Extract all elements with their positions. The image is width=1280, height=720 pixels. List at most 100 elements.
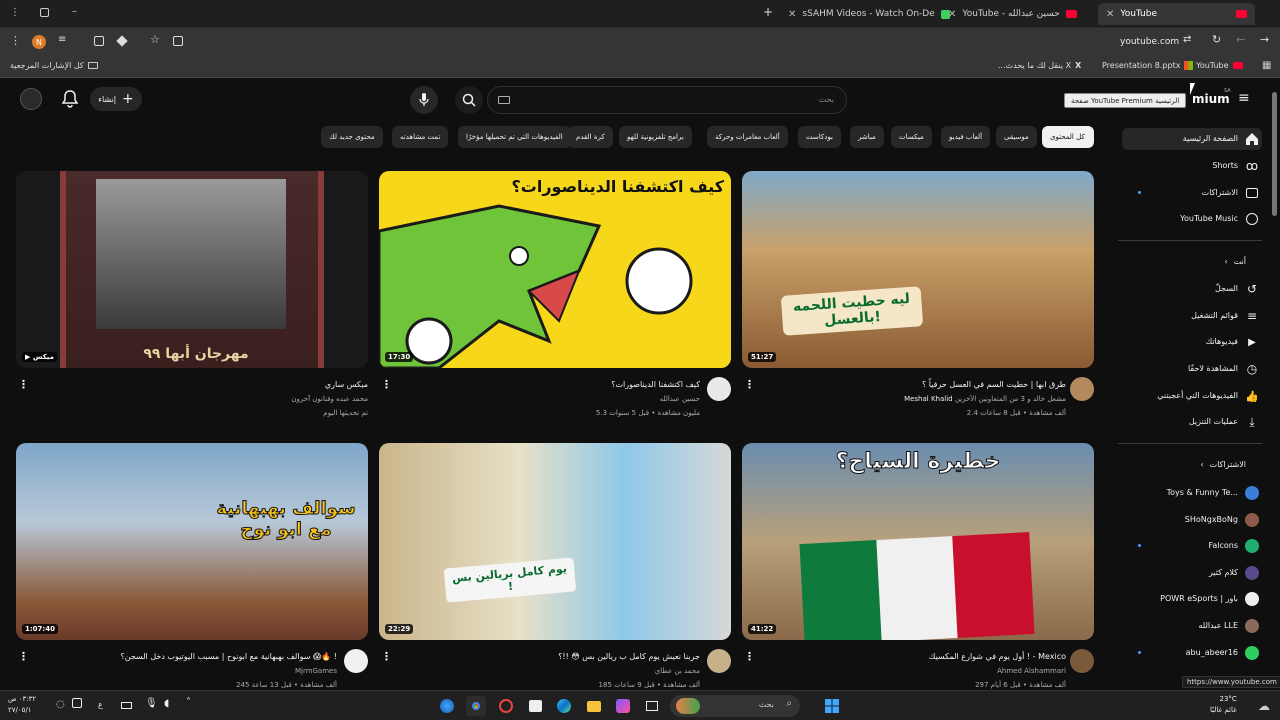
more-options-icon[interactable]: ⋮ [18,379,29,390]
search-input[interactable]: بحث [819,95,834,104]
file-explorer-icon[interactable] [584,696,604,716]
more-options-icon[interactable]: ⋮ [381,651,392,662]
menu-dots-icon[interactable]: ⋮ [10,7,20,18]
voice-search-icon[interactable] [410,86,438,114]
tab-search-icon[interactable]: ≡ [58,34,66,45]
apps-grid-icon[interactable]: ▦ [1262,60,1271,71]
url-text[interactable]: youtube.com [1120,37,1179,47]
video-title[interactable]: كيف اكتشفنا الديناصورات؟ [611,380,700,389]
sidebar-item-shorts[interactable]: Shorts [1212,161,1238,170]
language-indicator[interactable]: ع [98,700,103,709]
bookmark-x[interactable]: ...ينقل لك ما يحدث X X [998,61,1081,70]
channel-name[interactable]: محمد بن عطاي [655,667,700,675]
bookmark-pptx[interactable]: Presentation 8.pptx [1102,61,1194,70]
subscription-item[interactable]: Falcons [1208,541,1238,550]
subscription-item[interactable]: عبدالله LLE [1199,621,1239,630]
more-options-icon[interactable]: ⋮ [381,379,392,390]
volume-icon[interactable]: ◖ [164,698,169,709]
channel-avatar[interactable] [707,649,731,673]
subscriptions-section-header[interactable]: ‹ الاشتراكات [1200,460,1246,469]
more-options-icon[interactable]: ⋮ [18,651,29,662]
video-thumbnail[interactable]: يوم كامل بريالين بس ! 22:29 [379,443,731,640]
subscription-item[interactable]: abu_abeer16 [1186,648,1238,657]
video-title[interactable]: سوالف بهبهانية مع ابونوح | مسبب اليوتيوب… [120,652,337,661]
app-icon[interactable] [437,696,457,716]
tab-youtube[interactable]: ✕ YouTube [1098,3,1255,25]
task-view-icon[interactable] [642,696,662,716]
video-thumbnail[interactable]: خطيرة السياح؟ 41:22 [742,443,1094,640]
chrome-icon[interactable] [466,696,486,716]
subscription-item[interactable]: كلام كثير [1209,568,1238,577]
channel-name[interactable]: حسين عبدالله [660,395,700,403]
close-icon[interactable]: ✕ [948,9,956,20]
chip-mixes[interactable]: ميكسات [891,126,932,148]
tab-hussein[interactable]: ✕ YouTube - حسين عبدالله [940,3,1095,25]
video-thumbnail[interactable]: كيف اكتشفنا الديناصورات؟ 17:30 [379,171,731,368]
reload-icon[interactable]: ↻ [1212,33,1221,46]
video-title[interactable]: ميكس ساري [325,380,368,389]
chip-all[interactable]: كل المحتوى [1042,126,1094,148]
windows-start-icon[interactable] [822,696,842,716]
video-thumbnail[interactable]: ليه حطيت اللحمه بالعسل! 51:27 [742,171,1094,368]
hamburger-menu-icon[interactable]: ≡ [1238,90,1250,106]
notification-icon[interactable]: ◌ [56,699,65,710]
all-bookmarks-item[interactable]: كل الإشارات المرجعية [10,61,98,70]
subscription-item[interactable]: Toys & Funny Te... [1167,488,1238,497]
premium-logo-fragment[interactable]: mium [1192,92,1230,106]
sidebar-item-playlists[interactable]: قوائم التشغيل [1191,311,1238,320]
chip-action-adventure[interactable]: ألعاب مغامرات وحركة [707,126,788,148]
bookmark-youtube[interactable]: YouTube [1196,61,1243,70]
channel-name[interactable]: محمد عبده وفنانون آخرون [291,395,368,403]
channel-name[interactable]: Meshal Khalid مشعل خالد و 3 من المتعاوني… [904,395,1066,403]
chip-new-to-you[interactable]: محتوى جديد لك [321,126,383,148]
video-thumbnail[interactable]: مهرجان أبها ٩٩ ▶ ميكس [16,171,368,368]
minimize-icon[interactable]: – [72,6,77,17]
chip-podcasts[interactable]: بودكاست [798,126,841,148]
subscription-item[interactable]: POWR eSports | باور [1160,594,1238,603]
more-options-icon[interactable]: ⋮ [744,651,755,662]
channel-name[interactable]: MjrmGames [295,667,337,675]
chip-recently-uploaded[interactable]: الفيديوهات التي تم تحميلها مؤخرًا [458,126,571,148]
more-options-icon[interactable]: ⋮ [744,379,755,390]
chip-video-games[interactable]: ألعاب فيديو [941,126,991,148]
store-icon[interactable] [525,696,545,716]
sidebar-item-music[interactable]: YouTube Music [1180,214,1238,223]
channel-name[interactable]: Ahmed Alshammari [997,667,1066,675]
sidebar-item-history[interactable]: السجلّ [1215,284,1238,293]
weather-widget[interactable]: 23°C غائم غالبًا [1210,694,1237,716]
sidebar-item-your-videos[interactable]: فيديوهاتك [1206,337,1238,346]
account-avatar[interactable] [20,88,42,110]
taskbar-search[interactable]: بحث ⌕ [670,695,800,717]
chip-tv-shows[interactable]: برامج تلفزيونية للهو [619,126,692,148]
video-thumbnail[interactable]: سوالف بهبهانية مع ابو نوح 1:07:40 [16,443,368,640]
chevron-up-icon[interactable]: ˄ [186,697,191,708]
create-button[interactable]: إنشاء + [90,87,142,111]
extension-diamond-icon[interactable] [116,35,128,47]
back-icon[interactable]: → [1260,33,1269,46]
sidebar-item-liked[interactable]: الفيديوهات التي أعجبتني [1157,391,1238,400]
channel-avatar[interactable] [344,649,368,673]
app-icon[interactable] [613,696,633,716]
video-title[interactable]: طرق ابها | حطيت السم في العسل حرفياً ؟ [922,380,1066,389]
chip-watched[interactable]: تمت مشاهدته [392,126,449,148]
chip-live[interactable]: مباشر [850,126,884,148]
app-icon[interactable] [496,696,516,716]
subscription-item[interactable]: SHoNgxBoNg [1185,515,1238,524]
channel-avatar[interactable] [707,377,731,401]
search-button-icon[interactable] [455,86,483,114]
sidebar-item-subscriptions[interactable]: الاشتراكات [1202,188,1238,197]
chip-music[interactable]: موسيقى [996,126,1037,148]
microphone-icon[interactable]: 🎙 [145,698,158,709]
close-icon[interactable]: ✕ [788,9,796,20]
channel-avatar[interactable] [1070,649,1094,673]
channel-avatar[interactable] [1070,377,1094,401]
extensions-icon[interactable] [94,36,104,46]
keyboard-icon[interactable] [498,96,510,104]
new-tab-icon[interactable]: + [763,5,773,19]
profile-avatar[interactable]: N [32,35,46,49]
menu-dots-icon[interactable]: ⋮ [10,34,21,47]
video-title[interactable]: جربنا نعيش يوم كامل ب ريالين بس 😳 !!؟ [558,652,700,661]
close-icon[interactable]: ✕ [1106,9,1114,20]
chip-football[interactable]: كرة القدم [568,126,613,148]
install-app-icon[interactable] [173,36,183,46]
